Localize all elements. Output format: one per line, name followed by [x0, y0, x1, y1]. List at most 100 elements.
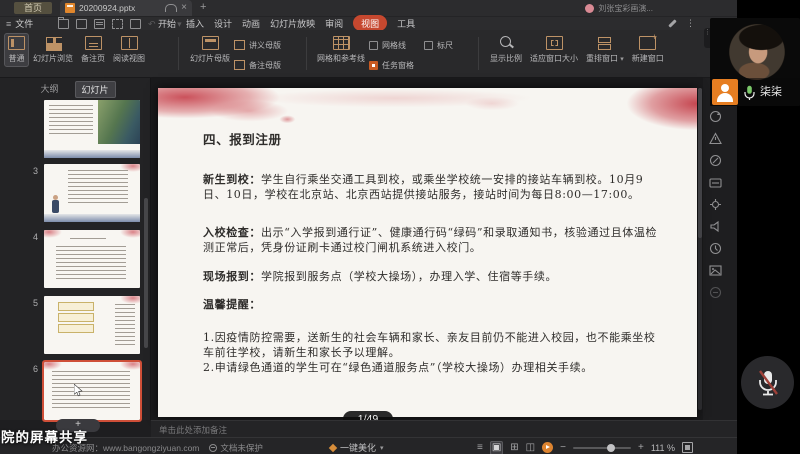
mute-mic-button[interactable]: [741, 356, 794, 409]
grid-guides-button[interactable]: 网格和参考线: [313, 33, 369, 67]
participant-video-panel[interactable]: ⋮ 柒柒: [704, 18, 800, 106]
tab-tools[interactable]: 工具: [397, 17, 415, 30]
undo-icon[interactable]: ↶: [148, 19, 156, 29]
slide-canvas: 四、报到注册 新生到校：学生自行乘坐交通工具到校，或乘坐学校统一安排的接站车辆到…: [151, 78, 703, 427]
zoom-slider[interactable]: [572, 443, 631, 452]
home-tab[interactable]: 首页: [14, 2, 52, 14]
notes-page-button[interactable]: 备注页: [77, 33, 109, 67]
muted-mic-icon: [758, 369, 778, 395]
preview-icon[interactable]: [130, 19, 141, 29]
tab-animation[interactable]: 动画: [242, 17, 260, 30]
tab-slideshow[interactable]: 幻灯片放映: [270, 17, 315, 30]
slides-tab[interactable]: 幻灯片: [74, 81, 116, 98]
cloud-sync-icon[interactable]: [165, 4, 178, 12]
reading-view-button[interactable]: 阅读视图: [109, 33, 149, 67]
print-icon[interactable]: [94, 19, 105, 29]
open-icon[interactable]: [58, 17, 69, 29]
slide-reminder-title: 温馨提醒：: [203, 298, 261, 311]
file-menu-button[interactable]: ≡ 文件: [6, 17, 33, 30]
task-pane-checkbox[interactable]: 任务窗格: [369, 55, 414, 75]
image-icon[interactable]: [708, 264, 722, 277]
slide-thumbnail-6-selected[interactable]: [42, 360, 142, 422]
document-tab[interactable]: 20200924.pptx ×: [60, 0, 192, 16]
zoom-out-button[interactable]: −: [560, 442, 566, 453]
member-list-button[interactable]: [712, 79, 738, 105]
gridlines-checkbox-box: [369, 40, 378, 50]
slide-master-button[interactable]: 幻灯片母版: [186, 33, 234, 67]
notes-master-button[interactable]: 备注母版: [234, 55, 281, 75]
account-area[interactable]: 刘张宝彩画演...: [585, 3, 653, 14]
caret-down-icon: ▾: [620, 56, 624, 63]
announcement-icon[interactable]: [709, 220, 722, 233]
handout-master-icon: [234, 40, 245, 50]
doc-protection-status[interactable]: 文档未保护: [209, 442, 263, 454]
notes-toggle-icon[interactable]: ≡: [477, 442, 483, 454]
zoom-ratio-button[interactable]: 显示比例: [486, 33, 526, 67]
ppt-file-icon: [65, 3, 75, 13]
pen-circle-icon[interactable]: [709, 154, 722, 167]
thumbnail-cartoon-figure: [52, 195, 59, 213]
slide-thumbnail-3[interactable]: [44, 164, 140, 222]
slide-thumbnail-4[interactable]: [44, 230, 140, 288]
save-icon[interactable]: [76, 19, 87, 29]
canvas-scrollbar[interactable]: [698, 88, 702, 410]
slide-paragraph: 入校检查：出示“入学报到通行证”、健康通行码“绿码”和录取通知书，核验通过且体温…: [203, 226, 658, 254]
panel-collapse-handle[interactable]: ⋮: [704, 28, 711, 48]
slide-title: 四、报到注册: [203, 132, 282, 147]
arrange-windows-button[interactable]: 重排窗口 ▾: [582, 33, 628, 67]
beautify-button[interactable]: 一键美化 ▾: [328, 441, 384, 454]
edit-pencil-icon[interactable]: [668, 19, 677, 28]
tab-view-active[interactable]: 视图: [353, 15, 388, 31]
tab-insert[interactable]: 插入: [186, 17, 204, 30]
new-tab-button[interactable]: +: [200, 1, 206, 13]
grid-icon: [332, 36, 350, 50]
current-slide[interactable]: 四、报到注册 新生到校：学生自行乘坐交通工具到校，或乘坐学校统一安排的接站车辆到…: [158, 88, 697, 417]
play-slideshow-button[interactable]: [542, 442, 554, 453]
handout-master-button[interactable]: 讲义母版: [234, 35, 281, 55]
normal-view-toggle-icon[interactable]: ▣: [489, 440, 504, 454]
tab-review[interactable]: 审阅: [325, 17, 343, 30]
sorter-view-toggle-icon[interactable]: ⊞: [510, 442, 518, 454]
export-icon[interactable]: [112, 19, 123, 29]
watercolor-decoration: [158, 88, 697, 134]
slide-thumbnail-2[interactable]: [44, 100, 140, 158]
slide-number: 3: [32, 166, 38, 176]
participant-info-row: 柒柒: [710, 78, 800, 106]
protection-icon: [209, 444, 218, 452]
disabled-circle-icon[interactable]: [709, 286, 722, 299]
slide-thumbnail-5[interactable]: [44, 296, 140, 354]
notes-master-icon: [234, 60, 245, 70]
magnifier-icon: [498, 36, 515, 50]
warning-icon[interactable]: [708, 132, 722, 145]
fit-window-button[interactable]: 适应窗口大小: [526, 33, 582, 67]
thumbnail-scrollbar[interactable]: [144, 198, 148, 348]
tab-design[interactable]: 设计: [214, 17, 232, 30]
sync-icon[interactable]: [709, 110, 722, 123]
history-clock-icon[interactable]: [709, 242, 722, 255]
close-tab-icon[interactable]: ×: [181, 3, 187, 13]
document-tab-label: 20200924.pptx: [79, 3, 136, 13]
slide-sorter-button[interactable]: 幻灯片浏览: [29, 33, 77, 67]
tab-home[interactable]: 开始: [158, 17, 176, 30]
id-card-icon[interactable]: [708, 176, 722, 189]
slide-number: 4: [32, 232, 38, 242]
settings-gear-icon[interactable]: [709, 198, 722, 211]
menubar-right: ⋮: [668, 18, 695, 29]
ribbon: 普通 幻灯片浏览 备注页 阅读视图 幻灯片母版 讲义母版 备注母版 网格和参考线…: [0, 30, 737, 78]
task-pane-checkbox-box: [369, 60, 378, 70]
zoom-in-button[interactable]: +: [638, 442, 644, 453]
fit-screen-icon[interactable]: [682, 442, 693, 453]
side-toolbar: [703, 110, 727, 299]
gridlines-checkbox[interactable]: 网格线: [369, 35, 414, 55]
reading-view-toggle-icon[interactable]: ◫: [526, 442, 535, 454]
outline-tab[interactable]: 大纲: [34, 81, 64, 98]
zoom-percentage: 111 %: [650, 442, 675, 453]
more-options-icon[interactable]: ⋮: [686, 18, 695, 29]
slide-sorter-icon: [45, 36, 62, 50]
menubar: ≡ 文件 ↶ ↷ ▾ 开始 插入 设计 动画 幻灯片放映 审阅 视图 工具 ⋮: [0, 15, 737, 31]
ruler-checkbox[interactable]: 标尺: [424, 35, 453, 55]
new-window-button[interactable]: 新建窗口: [628, 32, 668, 67]
slide-number: 5: [32, 298, 38, 308]
notes-bar[interactable]: 单击此处添加备注: [151, 420, 737, 438]
normal-view-button[interactable]: 普通: [4, 33, 29, 67]
